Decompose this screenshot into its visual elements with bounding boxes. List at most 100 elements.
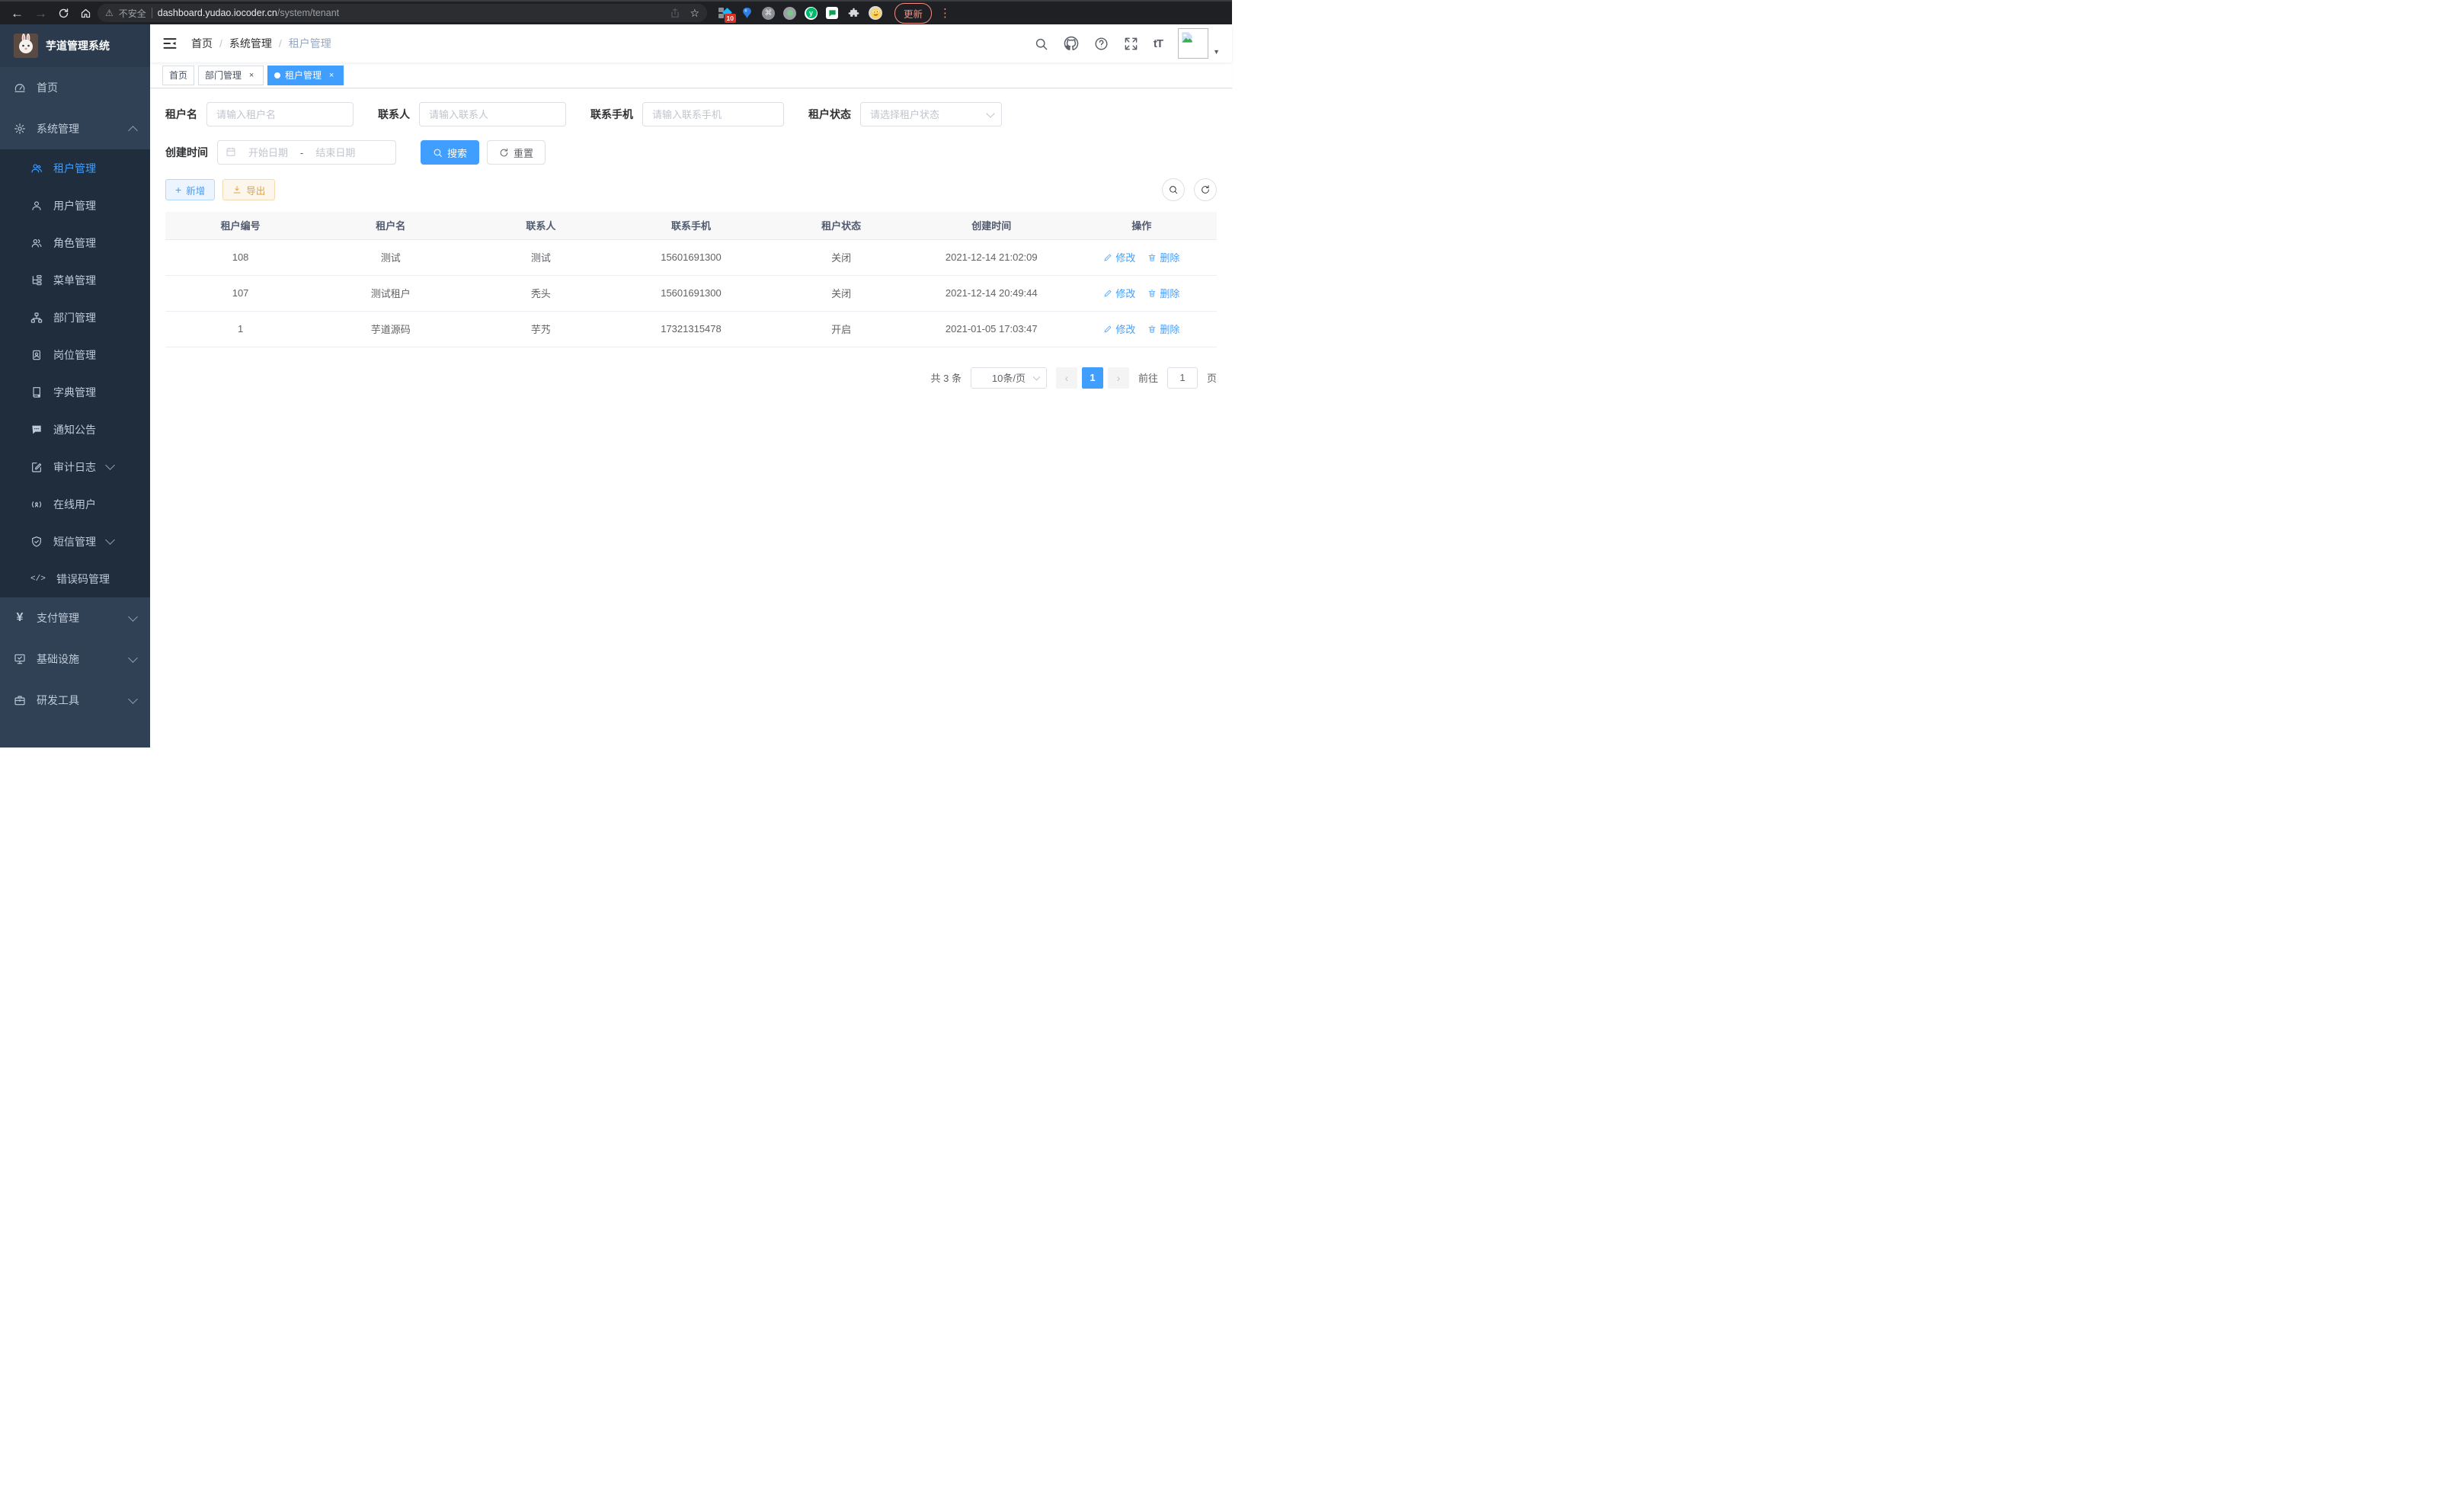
sidebar-item-payment[interactable]: ¥ 支付管理 <box>0 597 150 639</box>
mobile-input[interactable] <box>642 102 784 126</box>
sidebar-item-label: 短信管理 <box>53 534 96 549</box>
cell-status: 关闭 <box>766 275 917 311</box>
status-select-input[interactable] <box>860 102 1002 126</box>
not-secure-icon: ⚠ <box>105 8 114 18</box>
sidebar-item-notice[interactable]: 通知公告 <box>0 411 150 448</box>
tab-label: 首页 <box>169 69 187 82</box>
next-page-button[interactable]: › <box>1108 367 1129 389</box>
command-extension-icon[interactable]: ⌘ <box>762 7 775 20</box>
date-range-picker[interactable]: - <box>217 140 396 165</box>
sidebar-item-label: 系统管理 <box>37 121 79 136</box>
page-number-1[interactable]: 1 <box>1082 367 1103 389</box>
edit-link[interactable]: 修改 <box>1103 250 1135 264</box>
reload-icon[interactable] <box>58 8 69 19</box>
page-size-select[interactable]: 10条/页 <box>971 367 1047 389</box>
collapse-sidebar-icon[interactable] <box>162 36 178 51</box>
sidebar-item-label: 错误码管理 <box>56 571 110 587</box>
cell-status: 关闭 <box>766 239 917 275</box>
contact-input[interactable] <box>419 102 566 126</box>
breadcrumb-separator: / <box>279 37 282 50</box>
chat-extension-icon[interactable] <box>826 7 838 19</box>
profile-avatar-icon[interactable] <box>869 6 882 20</box>
tab-tenant[interactable]: 租户管理 × <box>267 66 344 85</box>
yuque-extension-icon[interactable]: y <box>805 7 818 20</box>
search-button[interactable]: 搜索 <box>421 140 479 165</box>
sidebar-item-dept[interactable]: 部门管理 <box>0 299 150 336</box>
sidebar-item-sms[interactable]: 短信管理 <box>0 523 150 560</box>
sidebar-item-menu[interactable]: 菜单管理 <box>0 261 150 299</box>
dashboard-icon <box>14 82 26 94</box>
chevron-up-icon <box>128 126 138 136</box>
back-icon[interactable]: ← <box>11 7 24 20</box>
sidebar-item-audit-log[interactable]: 审计日志 <box>0 448 150 485</box>
delete-link[interactable]: 删除 <box>1147 250 1179 264</box>
user-avatar-menu[interactable]: ▼ <box>1178 28 1220 59</box>
browser-update-button[interactable]: 更新 <box>894 3 932 24</box>
status-select[interactable] <box>860 102 1002 126</box>
reset-button[interactable]: 重置 <box>487 140 546 165</box>
sidebar-item-error-code[interactable]: </> 错误码管理 <box>0 560 150 597</box>
start-date-input[interactable] <box>241 147 296 158</box>
col-tenant-name: 租户名 <box>315 212 466 239</box>
app-logo[interactable]: 芋道管理系统 <box>0 24 150 67</box>
breadcrumb-system[interactable]: 系统管理 <box>229 36 272 51</box>
address-bar[interactable]: ⚠ 不安全 dashboard.yudao.iocoder.cn/system/… <box>98 4 707 22</box>
sidebar-item-home[interactable]: 首页 <box>0 67 150 108</box>
sidebar-item-post[interactable]: 岗位管理 <box>0 336 150 373</box>
forward-icon[interactable]: → <box>34 7 47 20</box>
bookmark-star-icon[interactable]: ☆ <box>690 7 699 20</box>
goto-page-input[interactable] <box>1167 367 1198 389</box>
cell-name: 芋道源码 <box>315 311 466 347</box>
sidebar-item-label: 字典管理 <box>53 385 96 400</box>
sidebar-item-label: 在线用户 <box>53 497 96 512</box>
breadcrumb-home[interactable]: 首页 <box>191 36 213 51</box>
top-navbar: 首页 / 系统管理 / 租户管理 <box>150 24 1232 62</box>
edit-link[interactable]: 修改 <box>1103 322 1135 336</box>
help-icon[interactable] <box>1094 37 1109 51</box>
github-icon[interactable] <box>1064 36 1079 51</box>
green-dot-extension-icon[interactable] <box>783 7 796 20</box>
font-size-icon[interactable]: tT <box>1154 37 1163 50</box>
search-icon[interactable] <box>1034 37 1048 51</box>
share-icon[interactable] <box>670 8 680 18</box>
puzzle-extensions-icon[interactable] <box>846 6 860 20</box>
sidebar-item-role[interactable]: 角色管理 <box>0 224 150 261</box>
col-contact: 联系人 <box>466 212 616 239</box>
refresh-table-button[interactable] <box>1194 178 1217 201</box>
tab-home[interactable]: 首页 <box>162 66 194 85</box>
cell-mobile: 15601691300 <box>616 275 766 311</box>
tab-dept[interactable]: 部门管理 × <box>198 66 264 85</box>
balloon-extension-icon[interactable] <box>740 6 754 20</box>
add-button[interactable]: + 新增 <box>165 179 215 200</box>
url-host: dashboard.yudao.iocoder.cn <box>158 8 277 18</box>
sidebar-item-dict[interactable]: 字典管理 <box>0 373 150 411</box>
not-secure-label: 不安全 <box>119 7 146 20</box>
edit-link[interactable]: 修改 <box>1103 286 1135 300</box>
sidebar: 芋道管理系统 首页 系统管理 租户管 <box>0 24 150 748</box>
reset-button-label: 重置 <box>514 146 533 160</box>
page-number-label: 1 <box>1090 372 1095 383</box>
delete-link[interactable]: 删除 <box>1147 286 1179 300</box>
show-search-toggle-button[interactable] <box>1162 178 1185 201</box>
close-icon[interactable]: × <box>326 70 337 81</box>
table-toolbar: + 新增 导出 <box>165 178 1217 201</box>
prev-page-button[interactable]: ‹ <box>1056 367 1077 389</box>
tenant-name-input[interactable] <box>206 102 354 126</box>
browser-menu-icon[interactable]: ⋮ <box>936 6 954 20</box>
close-icon[interactable]: × <box>246 70 257 81</box>
end-date-input[interactable] <box>308 147 363 158</box>
sidebar-item-devtools[interactable]: 研发工具 <box>0 680 150 721</box>
export-button[interactable]: 导出 <box>222 179 275 200</box>
breadcrumb-current: 租户管理 <box>289 36 331 51</box>
sidebar-item-online-user[interactable]: 在线用户 <box>0 485 150 523</box>
cell-id: 1 <box>165 311 315 347</box>
delete-link[interactable]: 删除 <box>1147 322 1179 336</box>
sidebar-item-tenant[interactable]: 租户管理 <box>0 149 150 187</box>
sidebar-item-user[interactable]: 用户管理 <box>0 187 150 224</box>
fullscreen-icon[interactable] <box>1124 37 1138 51</box>
vue-devtools-extension-icon[interactable]: 10 <box>718 6 731 20</box>
sidebar-item-infrastructure[interactable]: 基础设施 <box>0 639 150 680</box>
gear-icon <box>14 123 26 135</box>
sidebar-item-system[interactable]: 系统管理 <box>0 108 150 149</box>
home-icon[interactable] <box>80 8 91 19</box>
